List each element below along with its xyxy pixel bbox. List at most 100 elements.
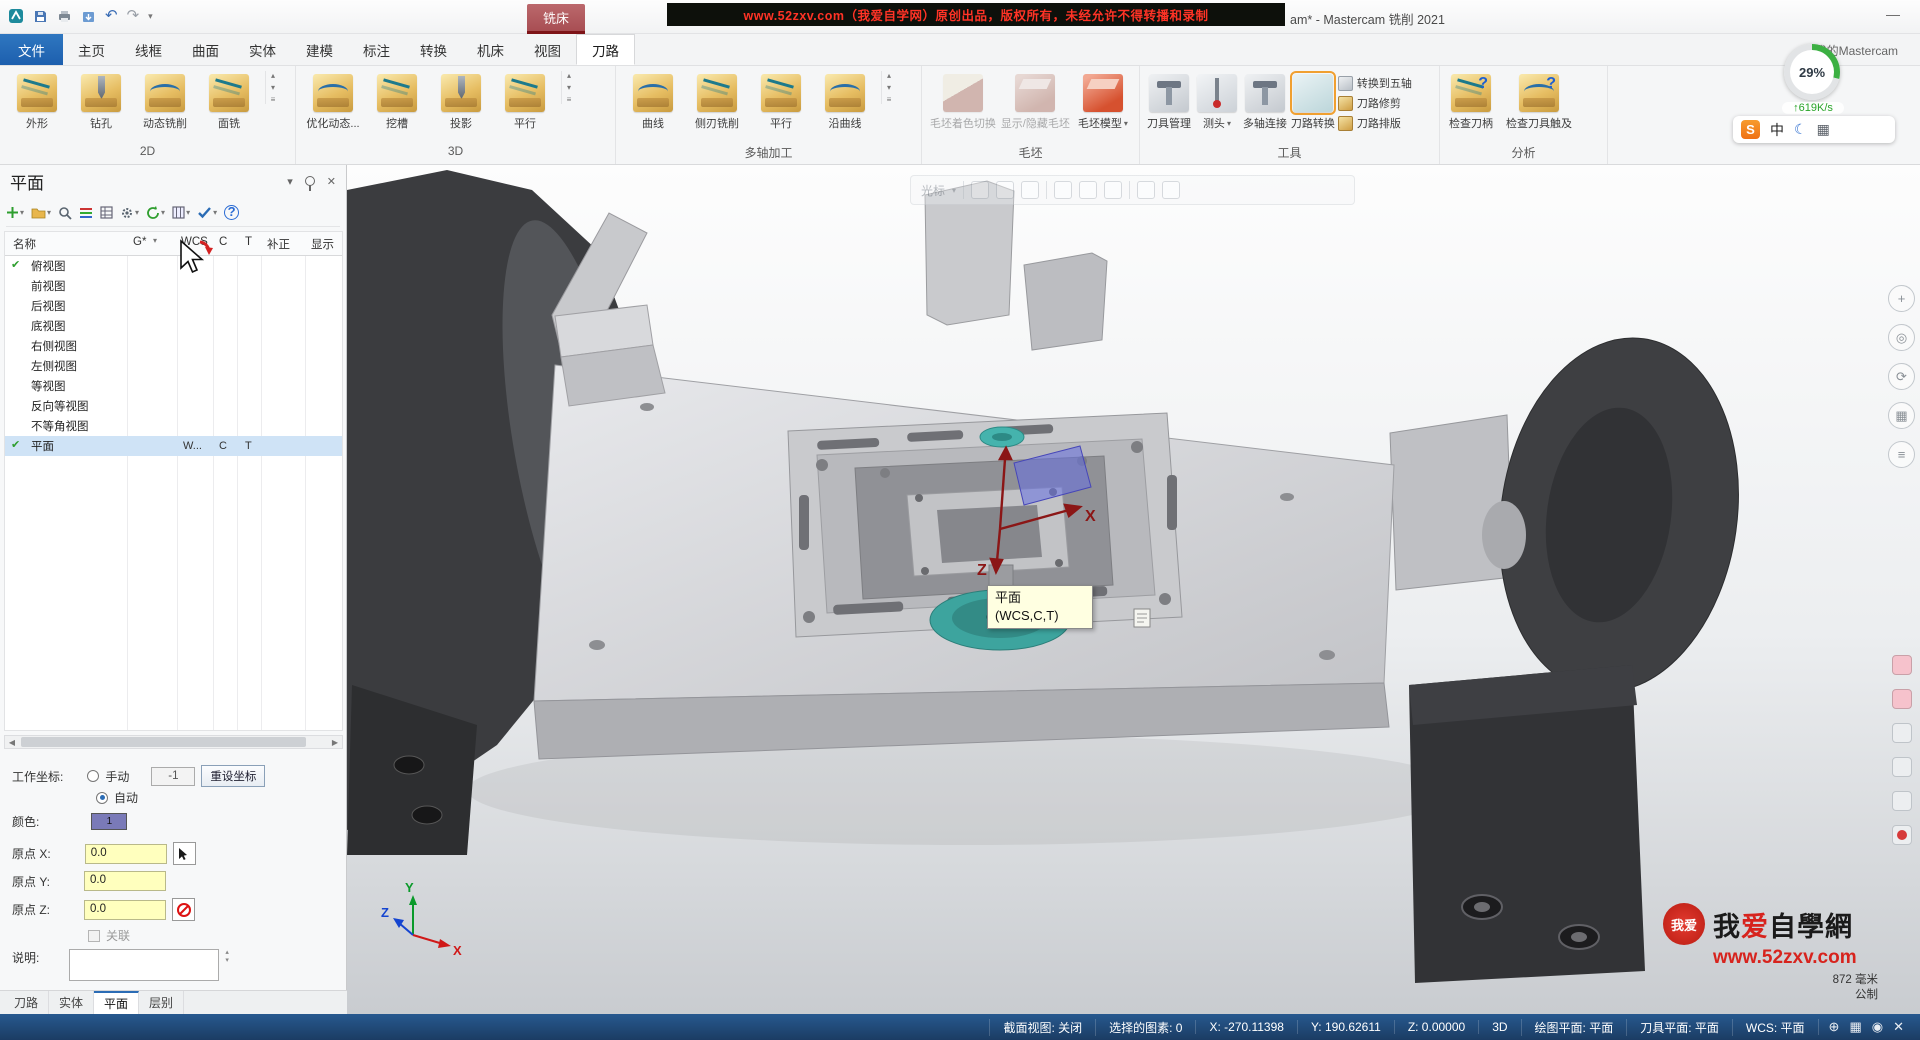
gallery-scroll-2d[interactable]: ▴▾≡ xyxy=(265,71,280,104)
column-header[interactable]: G* xyxy=(133,236,146,248)
app-icon[interactable] xyxy=(8,8,24,24)
moon-icon[interactable]: ☾ xyxy=(1794,121,1807,138)
column-header[interactable]: 显示 xyxy=(311,236,334,252)
floatbar-tool-button[interactable] xyxy=(1137,181,1155,199)
customize-caret-icon[interactable]: ▾ xyxy=(148,11,153,22)
undo-icon[interactable]: ↶ xyxy=(105,5,118,27)
folder-button[interactable]: ▾ xyxy=(31,207,51,219)
ribbon-item-contour[interactable]: 外形 xyxy=(6,71,68,132)
ribbon-item-stock-shading[interactable]: 毛坯着色切换 xyxy=(928,71,998,132)
ribbon-item-swarf[interactable]: 侧刃铣削 xyxy=(686,71,748,132)
spin-up-icon[interactable]: ▴ xyxy=(225,949,229,956)
cursor-y-readout[interactable]: Y: 190.62611 xyxy=(1297,1020,1394,1034)
tab-wireframe[interactable]: 线框 xyxy=(120,34,177,65)
tab-solid[interactable]: 实体 xyxy=(234,34,291,65)
save-icon[interactable] xyxy=(33,9,48,24)
comment-field[interactable] xyxy=(69,949,219,981)
wcs-selector[interactable]: WCS: 平面 xyxy=(1732,1019,1818,1036)
scroll-right-icon[interactable]: ▶ xyxy=(328,738,342,747)
floatbar-tool-button[interactable] xyxy=(1162,181,1180,199)
export-icon[interactable] xyxy=(81,9,96,24)
plane-row[interactable]: 左侧视图 xyxy=(5,356,342,376)
ribbon-item-dynamic-mill[interactable]: 动态铣削 xyxy=(134,71,196,132)
plane-row[interactable]: 右侧视图 xyxy=(5,336,342,356)
tab-view[interactable]: 视图 xyxy=(519,34,576,65)
offset-field[interactable]: -1 xyxy=(151,767,195,786)
plane-row[interactable]: ✔俯视图 xyxy=(5,256,342,276)
ribbon-item-multiaxis-link[interactable]: 多轴连接 xyxy=(1242,71,1288,132)
viewport-add-button[interactable]: + xyxy=(1888,285,1915,312)
ribbon-item-project[interactable]: 投影 xyxy=(430,71,492,132)
ribbon-item-convert-5axis[interactable]: 转换到五轴 xyxy=(1338,75,1433,91)
close-icon[interactable]: ✕ xyxy=(327,175,336,188)
ribbon-item-probe[interactable]: 测头▾ xyxy=(1194,71,1240,132)
capture-record-button[interactable] xyxy=(1892,825,1912,845)
keyboard-icon[interactable]: ▦ xyxy=(1817,121,1830,138)
ime-toolbar[interactable]: S 中 ☾ ▦ xyxy=(1733,116,1895,143)
gallery-scroll-multiaxis[interactable]: ▴▾≡ xyxy=(881,71,896,104)
selection-floatbar[interactable]: 光标 ▾ xyxy=(910,175,1355,205)
ribbon-item-face-mill[interactable]: 面铣 xyxy=(198,71,260,132)
ribbon-item-pocket[interactable]: 挖槽 xyxy=(366,71,428,132)
tab-file[interactable]: 文件 xyxy=(0,34,63,65)
ribbon-item-check-tool-reach[interactable]: ?检查刀具触及 xyxy=(1498,71,1580,132)
floatbar-tool-button[interactable] xyxy=(1021,181,1039,199)
scroll-left-icon[interactable]: ◀ xyxy=(5,738,19,747)
origin-z-field[interactable]: 0.0 xyxy=(84,900,166,920)
floatbar-tool-button[interactable] xyxy=(996,181,1014,199)
plane-row[interactable]: 前视图 xyxy=(5,276,342,296)
ribbon-item-parallel-3d[interactable]: 平行 xyxy=(494,71,556,132)
ribbon-item-tool-manager[interactable]: 刀具管理 xyxy=(1146,71,1192,132)
plane-row[interactable]: 后视图 xyxy=(5,296,342,316)
plane-row-selected[interactable]: ✔ 平面 W... C T xyxy=(5,436,342,456)
tab-toolpaths[interactable]: 刀路 xyxy=(576,34,635,65)
panel-menu-caret-icon[interactable]: ▾ xyxy=(287,175,293,188)
follow-rules-icon[interactable]: ▾ xyxy=(197,206,217,219)
column-header[interactable]: C xyxy=(219,236,227,248)
context-tab-mill[interactable]: 铣床 xyxy=(527,4,585,34)
tab-drafting[interactable]: 标注 xyxy=(348,34,405,65)
tab-toolpaths-manager[interactable]: 刀路 xyxy=(4,991,49,1014)
capture-tool-button[interactable] xyxy=(1892,689,1912,709)
chevron-down-icon[interactable]: ▾ xyxy=(952,186,956,195)
color-swatch[interactable]: 1 xyxy=(91,813,127,830)
spin-down-icon[interactable]: ▾ xyxy=(225,957,229,964)
disable-origin-button[interactable] xyxy=(172,898,195,921)
print-icon[interactable] xyxy=(57,9,72,24)
tab-transform[interactable]: 转换 xyxy=(405,34,462,65)
viewport-refresh-button[interactable]: ⟳ xyxy=(1888,363,1915,390)
ime-logo-icon[interactable]: S xyxy=(1741,120,1760,139)
download-progress-badge[interactable]: 29% xyxy=(1784,44,1840,100)
tplane-selector[interactable]: 刀具平面: 平面 xyxy=(1626,1019,1732,1036)
ribbon-item-curve-5ax[interactable]: 曲线 xyxy=(622,71,684,132)
ime-language-indicator[interactable]: 中 xyxy=(1770,120,1784,140)
ribbon-item-drill[interactable]: 钻孔 xyxy=(70,71,132,132)
cursor-mode-label[interactable]: 光标 xyxy=(921,182,945,199)
floatbar-tool-button[interactable] xyxy=(1079,181,1097,199)
floatbar-tool-button[interactable] xyxy=(1104,181,1122,199)
plane-row[interactable]: 底视图 xyxy=(5,316,342,336)
plane-row[interactable]: 不等角视图 xyxy=(5,416,342,436)
column-header[interactable]: 补正 xyxy=(267,236,290,252)
display-options-icon[interactable] xyxy=(79,207,93,219)
gear-icon[interactable]: ▾ xyxy=(120,206,139,220)
ribbon-item-stock-model[interactable]: 毛坯模型▾ xyxy=(1073,71,1133,132)
minimize-button[interactable]: — xyxy=(1880,6,1906,22)
horizontal-scrollbar[interactable]: ◀ ▶ xyxy=(4,735,343,749)
floatbar-tool-button[interactable] xyxy=(971,181,989,199)
cplane-selector[interactable]: 绘图平面: 平面 xyxy=(1521,1019,1627,1036)
ribbon-item-toolpath-nesting[interactable]: 刀路排版 xyxy=(1338,115,1433,131)
capture-tool-button[interactable] xyxy=(1892,655,1912,675)
plane-row[interactable]: 反向等视图 xyxy=(5,396,342,416)
tab-levels-manager[interactable]: 层别 xyxy=(139,991,184,1014)
section-view-status[interactable]: 截面视图: 关闭 xyxy=(989,1019,1095,1036)
chevron-down-icon[interactable]: ▾ xyxy=(153,236,157,245)
ribbon-item-toolpath-trim[interactable]: 刀路修剪 xyxy=(1338,95,1433,111)
scrollbar-thumb[interactable] xyxy=(21,737,306,747)
floatbar-tool-button[interactable] xyxy=(1054,181,1072,199)
columns-icon[interactable]: ▾ xyxy=(172,206,190,219)
ribbon-item-stock-visibility[interactable]: 显示/隐藏毛坯 xyxy=(1000,71,1071,132)
mode-3d-toggle[interactable]: 3D xyxy=(1478,1020,1520,1034)
tab-solids-manager[interactable]: 实体 xyxy=(49,991,94,1014)
search-icon[interactable] xyxy=(58,206,72,220)
